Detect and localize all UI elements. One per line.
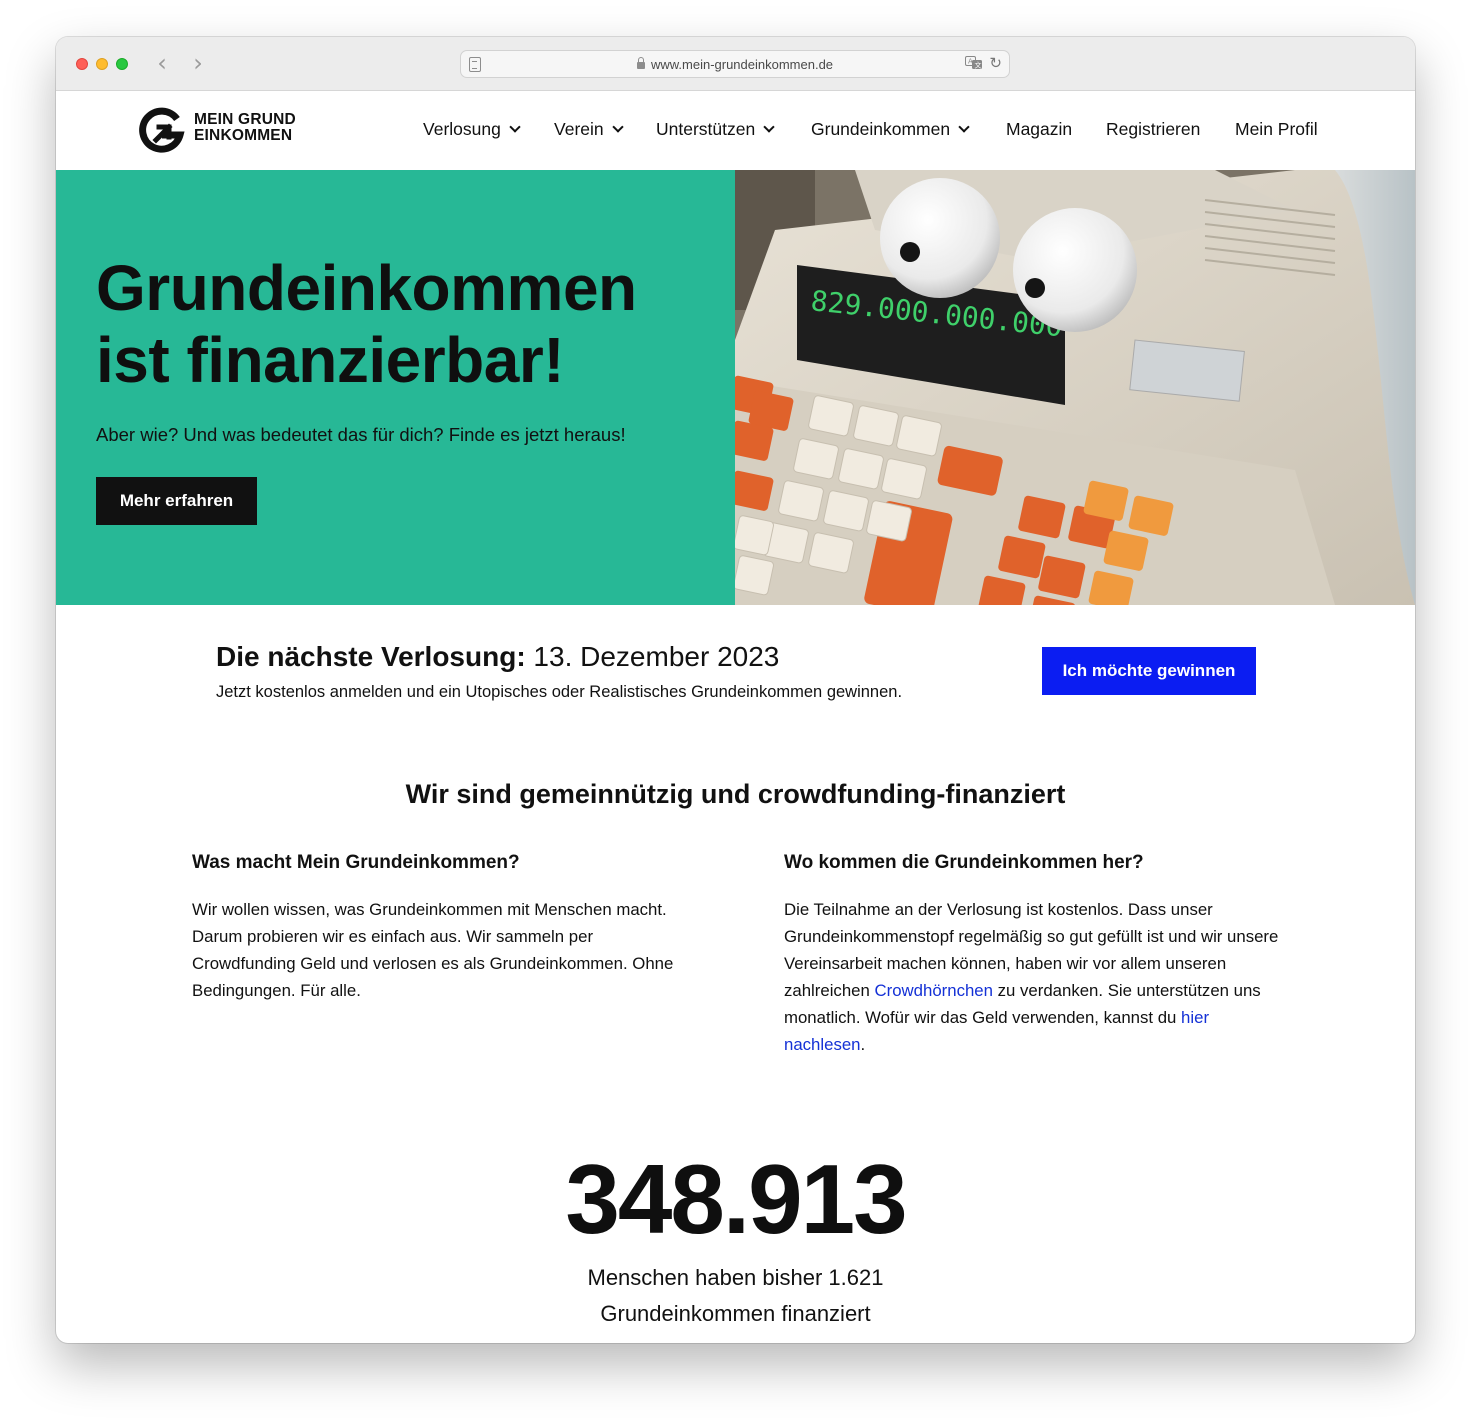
nav-item-magazin[interactable]: Magazin xyxy=(1006,119,1072,140)
svg-text:文: 文 xyxy=(975,61,982,70)
next-draw-label: Die nächste Verlosung: xyxy=(216,641,526,672)
translate-icon[interactable]: A文 xyxy=(965,56,983,73)
nav-label: Magazin xyxy=(1006,119,1073,139)
hero-panel: Grundeinkommen ist finanzierbar! Aber wi… xyxy=(56,170,735,605)
logo-text-line2: EINKOMMEN xyxy=(194,127,293,144)
maximize-window-button[interactable] xyxy=(116,58,128,70)
hero-subtitle: Aber wie? Und was bedeutet das für dich?… xyxy=(96,424,626,445)
nav-item-registrieren[interactable]: Registrieren xyxy=(1106,119,1200,140)
lock-icon xyxy=(636,57,645,69)
nav-item-verein[interactable]: Verein xyxy=(554,119,624,140)
crowdhoernchen-link[interactable]: Crowdhörnchen xyxy=(875,981,993,1000)
forward-arrow-icon[interactable]: › xyxy=(186,49,210,77)
info-column-funding: Wo kommen die Grundeinkommen her? Die Te… xyxy=(784,852,1284,1058)
chevron-down-icon xyxy=(763,121,775,133)
supporter-caption-line1: Menschen haben bisher 1.621 xyxy=(587,1265,884,1290)
logo-text-line1: MEIN GRUND xyxy=(194,111,296,128)
nav-label: Unterstützen xyxy=(656,119,756,139)
learn-more-button[interactable]: Mehr erfahren xyxy=(96,477,257,525)
nav-label: Verlosung xyxy=(423,119,501,139)
site-logo[interactable]: MEIN GRUND EINKOMMEN xyxy=(136,107,306,153)
reload-icon[interactable]: ↻ xyxy=(989,54,1002,72)
want-to-win-button[interactable]: Ich möchte gewinnen xyxy=(1042,647,1256,695)
info-column-what-we-do: Was macht Mein Grundeinkommen? Wir wolle… xyxy=(192,852,692,1004)
url-display: www.mein-grundeinkommen.de xyxy=(461,57,1009,72)
info-right-text-part3: . xyxy=(860,1035,866,1054)
hero-title-line1: Grundeinkommen xyxy=(96,252,637,324)
nav-label: Registrieren xyxy=(1106,119,1201,139)
url-text: www.mein-grundeinkommen.de xyxy=(650,57,834,72)
address-bar[interactable]: www.mein-grundeinkommen.de A文 ↻ xyxy=(460,50,1010,78)
browser-toolbar: ‹ › www.mein-grundeinkommen.de A文 ↻ xyxy=(56,37,1415,91)
supporter-caption-line2: Grundeinkommen finanziert xyxy=(600,1301,871,1326)
nav-item-mein-profil[interactable]: Mein Profil xyxy=(1235,119,1318,140)
nav-label: Grundeinkommen xyxy=(811,119,951,139)
info-section-title: Wir sind gemeinnützig und crowdfunding-f… xyxy=(405,779,1066,809)
nav-item-unterstuetzen[interactable]: Unterstützen xyxy=(656,119,775,140)
chevron-down-icon xyxy=(509,121,521,133)
next-draw-heading: Die nächste Verlosung: 13. Dezember 2023 xyxy=(216,641,779,673)
svg-text:A: A xyxy=(968,58,973,66)
info-left-text: Wir wollen wissen, was Grundeinkommen mi… xyxy=(192,900,674,1000)
nav-label: Mein Profil xyxy=(1235,119,1318,139)
browser-window: ‹ › www.mein-grundeinkommen.de A文 ↻ MEIN… xyxy=(56,37,1415,1343)
calculator-illustration: 829.000.000.000 xyxy=(735,170,1415,605)
site-header: MEIN GRUND EINKOMMEN Verlosung Verein Un… xyxy=(56,91,1415,170)
nav-item-verlosung[interactable]: Verlosung xyxy=(423,119,521,140)
hero-title: Grundeinkommen ist finanzierbar! xyxy=(96,252,637,396)
back-arrow-icon[interactable]: ‹ xyxy=(150,49,174,77)
hero-title-line2: ist finanzierbar! xyxy=(96,324,565,396)
hero-image-calculator: 829.000.000.000 xyxy=(735,170,1415,605)
close-window-button[interactable] xyxy=(76,58,88,70)
chevron-down-icon xyxy=(611,121,624,133)
info-left-heading: Was macht Mein Grundeinkommen? xyxy=(192,852,520,873)
supporter-caption: Menschen haben bisher 1.621 Grundeinkomm… xyxy=(56,1260,1415,1332)
supporter-count: 348.913 xyxy=(565,1144,907,1254)
next-draw-date: 13. Dezember 2023 xyxy=(533,641,780,672)
info-right-heading: Wo kommen die Grundeinkommen her? xyxy=(784,852,1144,873)
nav-item-grundeinkommen[interactable]: Grundeinkommen xyxy=(811,119,970,140)
info-right-text: Die Teilnahme an der Verlosung ist koste… xyxy=(784,896,1284,1058)
nav-label: Verein xyxy=(554,119,604,139)
minimize-window-button[interactable] xyxy=(96,58,108,70)
next-draw-description: Jetzt kostenlos anmelden und ein Utopisc… xyxy=(216,683,903,701)
logo-g-icon xyxy=(139,107,185,153)
chevron-down-icon xyxy=(958,121,970,133)
